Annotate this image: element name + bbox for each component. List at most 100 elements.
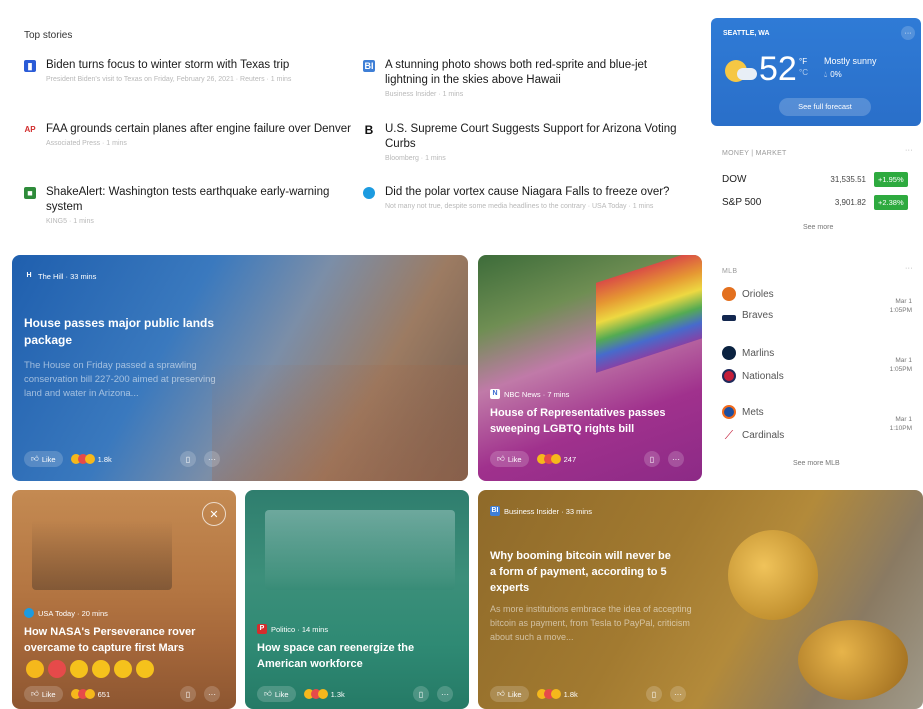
story-headline[interactable]: FAA grounds certain planes after engine … — [46, 122, 354, 137]
game-date: Mar 1 — [895, 357, 912, 364]
more-options-icon[interactable]: ··· — [204, 451, 220, 467]
market-see-more-link[interactable]: See more — [803, 224, 833, 231]
story-headline[interactable]: Biden turns focus to winter storm with T… — [46, 58, 354, 73]
top-story-item[interactable]: AP FAA grounds certain planes after engi… — [24, 122, 354, 149]
thumbs-up-icon: 👍︎ — [264, 689, 272, 698]
more-options-icon[interactable]: ··· — [905, 147, 913, 154]
more-options-icon[interactable]: ··· — [670, 686, 686, 702]
top-story-item[interactable]: B U.S. Supreme Court Suggests Support fo… — [363, 122, 693, 164]
game-clock: 1:05PM — [889, 307, 912, 314]
reaction-count: 247 — [563, 454, 577, 464]
team-marlins[interactable]: Marlins — [722, 346, 774, 360]
bookmark-icon[interactable]: ▯ — [413, 686, 429, 702]
card-title[interactable]: Why booming bitcoin will never be a form… — [490, 548, 680, 596]
bookmark-icon[interactable]: ▯ — [180, 686, 196, 702]
like-button[interactable]: 👍︎ Like — [24, 686, 63, 702]
like-button[interactable]: 👍︎ Like — [257, 686, 296, 702]
team-nationals[interactable]: Nationals — [722, 369, 784, 383]
market-row-sp500[interactable]: S&P 500 3,901.82 +2.38% — [722, 195, 922, 210]
close-icon[interactable]: ✕ — [202, 502, 226, 526]
reactions[interactable]: 1.8k — [536, 689, 578, 699]
more-options-icon[interactable]: ··· — [905, 265, 913, 272]
more-options-icon[interactable]: ··· — [204, 686, 220, 702]
reactions[interactable]: 1.8k — [70, 454, 112, 464]
top-stories-heading: Top stories — [24, 30, 73, 41]
see-full-forecast-button[interactable]: See full forecast — [779, 98, 871, 116]
unit-fahrenheit[interactable]: °F — [799, 56, 808, 67]
cardinals-logo-icon: ⟋ — [724, 428, 734, 442]
reaction-count: 1.8k — [563, 689, 578, 699]
card-title[interactable]: How space can reenergize the American wo… — [257, 640, 457, 672]
news-card-bitcoin[interactable]: BI Business Insider · 33 mins Why boomin… — [478, 490, 923, 709]
bloomberg-icon: B — [364, 123, 374, 137]
story-headline[interactable]: ShakeAlert: Washington tests earthquake … — [46, 185, 354, 215]
card-secondary-actions: ▯ ··· — [180, 686, 220, 702]
like-button[interactable]: 👍︎ Like — [490, 686, 529, 702]
like-button[interactable]: 👍︎ Like — [24, 451, 63, 467]
politico-icon: P — [257, 624, 267, 634]
bookmark-icon[interactable]: ▯ — [180, 451, 196, 467]
reuters-icon: ▮ — [24, 60, 36, 72]
team-name: Nationals — [742, 370, 784, 382]
news-card-public-lands[interactable]: H The Hill · 33 mins House passes major … — [12, 255, 468, 481]
team-name: Cardinals — [742, 429, 785, 441]
heart-emoji-icon[interactable] — [48, 660, 66, 678]
orioles-logo-icon — [722, 287, 736, 301]
emoji-icon — [550, 454, 561, 464]
card-secondary-actions: ▯ ··· — [180, 451, 220, 467]
news-card-space-workforce[interactable]: P Politico · 14 mins How space can reene… — [245, 490, 469, 709]
team-braves[interactable]: Braves — [722, 310, 773, 321]
card-source: BI Business Insider · 33 mins — [490, 506, 592, 516]
market-change-badge: +2.38% — [874, 195, 908, 210]
card-title[interactable]: How NASA's Perseverance rover overcame t… — [24, 624, 229, 656]
canyon-image — [212, 365, 468, 481]
more-options-icon[interactable]: ··· — [901, 26, 915, 40]
see-more-mlb-link[interactable]: See more MLB — [793, 460, 840, 467]
more-options-icon[interactable]: ··· — [437, 686, 453, 702]
reactions[interactable]: 1.3k — [303, 689, 345, 699]
thumbs-up-emoji-icon[interactable] — [26, 660, 44, 678]
market-value: 31,535.51 — [830, 175, 866, 184]
precipitation: 💧︎ 0% — [824, 70, 842, 80]
unit-toggle[interactable]: °F °C — [799, 56, 808, 78]
surprised-emoji-icon[interactable] — [70, 660, 88, 678]
bookmark-icon[interactable]: ▯ — [646, 686, 662, 702]
top-story-item[interactable]: ■ ShakeAlert: Washington tests earthquak… — [24, 185, 354, 227]
market-heading: MONEY | MARKET — [722, 150, 787, 157]
team-mets[interactable]: Mets — [722, 405, 764, 419]
top-story-item[interactable]: BI A stunning photo shows both red-sprit… — [363, 58, 693, 100]
team-cardinals[interactable]: ⟋ Cardinals — [722, 428, 784, 442]
team-orioles[interactable]: Orioles — [722, 287, 774, 301]
business-insider-icon: BI — [363, 60, 375, 72]
reaction-picker — [26, 660, 154, 678]
weather-widget[interactable]: SEATTLE, WA ··· 52 °F °C Mostly sunny 💧︎… — [711, 18, 921, 126]
unit-celsius[interactable]: °C — [799, 67, 808, 78]
more-options-icon[interactable]: ··· — [668, 451, 684, 467]
reactions[interactable]: 247 — [536, 454, 577, 464]
card-description: The House on Friday passed a sprawling c… — [24, 360, 216, 399]
like-button[interactable]: 👍︎ Like — [490, 451, 529, 467]
story-meta: Associated Press · 1 mins — [46, 140, 127, 147]
card-title[interactable]: House of Representatives passes sweeping… — [490, 405, 690, 437]
laugh-emoji-icon[interactable] — [92, 660, 110, 678]
reactions[interactable]: 651 — [70, 689, 110, 699]
card-secondary-actions: ▯ ··· — [646, 686, 686, 702]
card-title[interactable]: House passes major public lands package — [24, 315, 244, 349]
thinking-emoji-icon[interactable] — [114, 660, 132, 678]
market-row-dow[interactable]: DOW 31,535.51 +1.95% — [722, 172, 922, 187]
mets-logo-icon — [722, 405, 736, 419]
sad-emoji-icon[interactable] — [136, 660, 154, 678]
bookmark-icon[interactable]: ▯ — [644, 451, 660, 467]
the-hill-icon: H — [26, 272, 32, 279]
top-story-item[interactable]: ▮ Biden turns focus to winter storm with… — [24, 58, 354, 85]
news-card-lgbtq-bill[interactable]: N NBC News · 7 mins House of Representat… — [478, 255, 702, 481]
news-card-perseverance[interactable]: ✕ USA Today · 20 mins How NASA's Perseve… — [12, 490, 236, 709]
raindrop-icon: 💧︎ — [824, 70, 828, 79]
story-headline[interactable]: Did the polar vortex cause Niagara Falls… — [385, 185, 693, 200]
card-actions: 👍︎ Like 651 — [24, 686, 110, 702]
story-headline[interactable]: U.S. Supreme Court Suggests Support for … — [385, 122, 693, 152]
team-name: Orioles — [742, 288, 774, 300]
story-meta: Not many not true, despite some media he… — [385, 203, 654, 210]
story-headline[interactable]: A stunning photo shows both red-sprite a… — [385, 58, 693, 88]
top-story-item[interactable]: Did the polar vortex cause Niagara Falls… — [363, 185, 693, 212]
